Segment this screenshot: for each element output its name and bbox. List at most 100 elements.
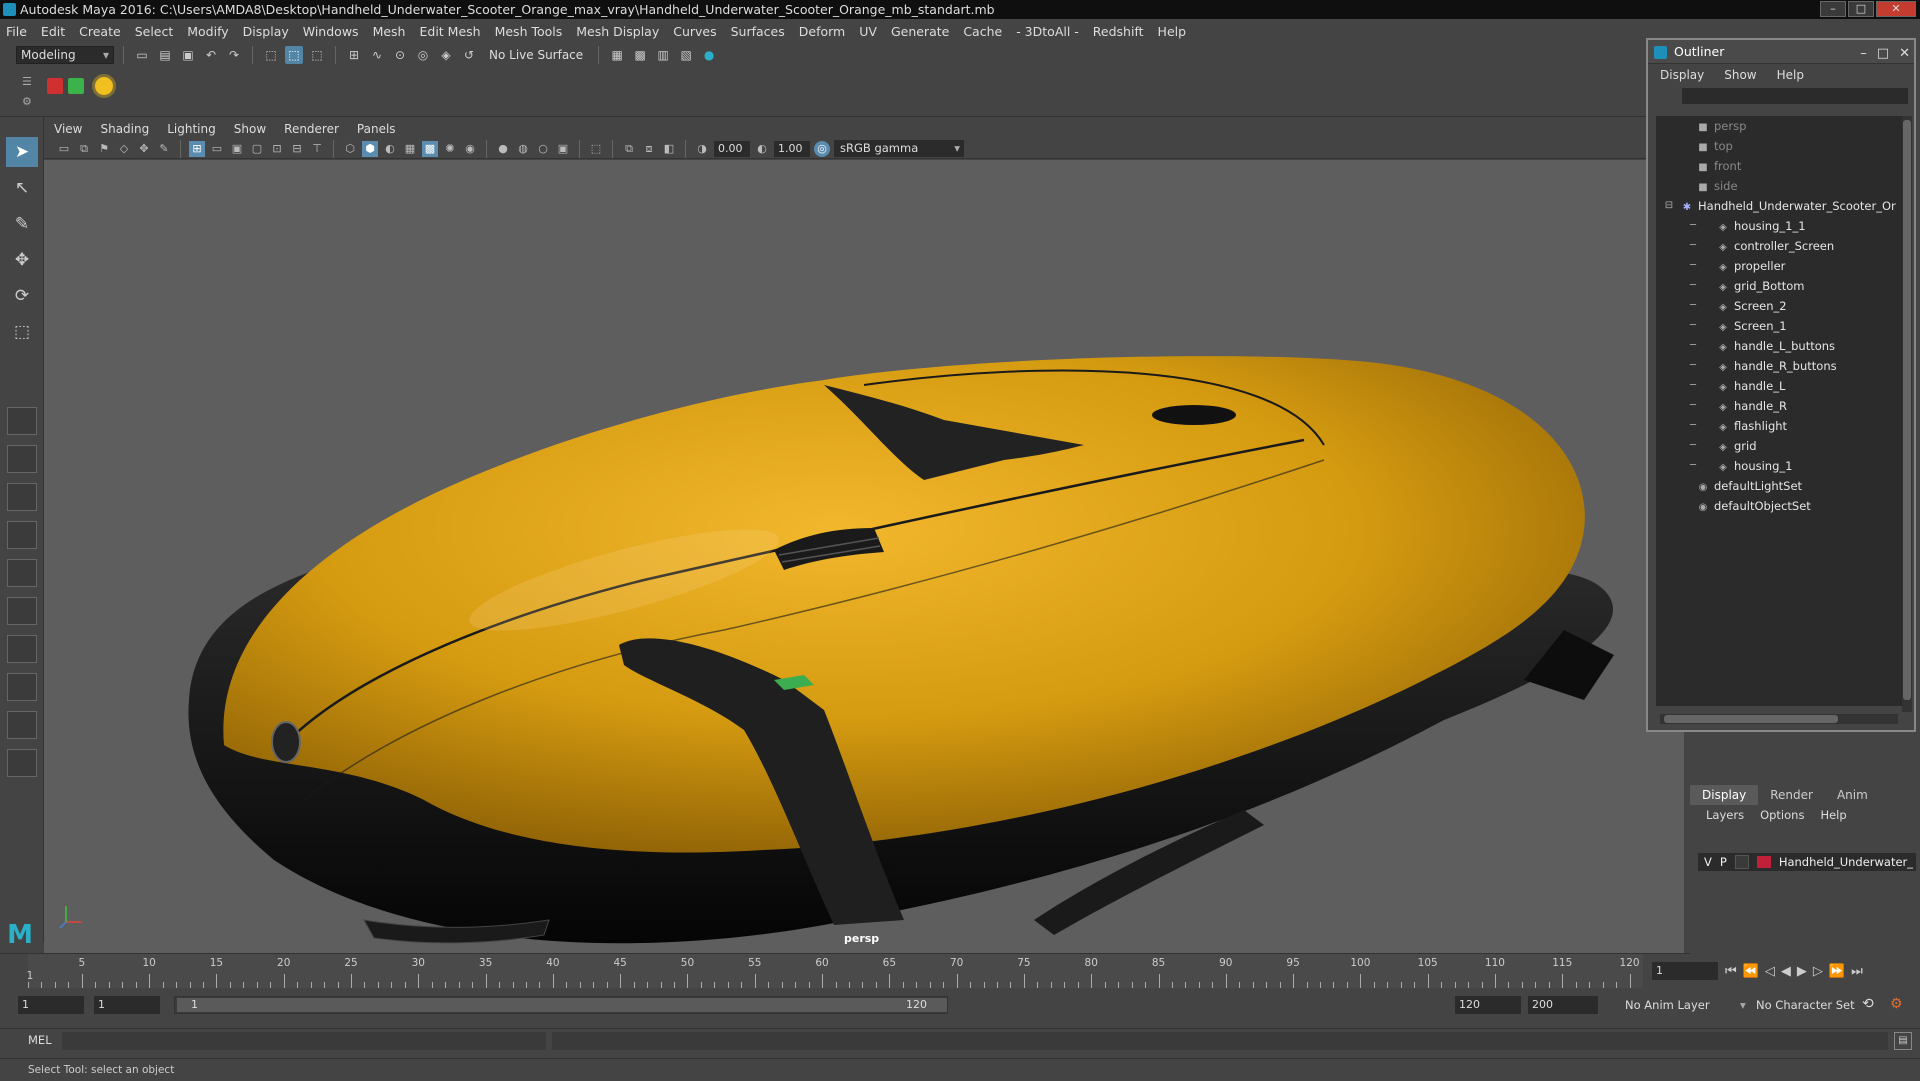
mode-selector[interactable]: Modeling	[16, 46, 114, 64]
outliner-item[interactable]: ─ ◈ housing_1_1	[1656, 216, 1904, 236]
menu-windows[interactable]: Windows	[303, 24, 359, 39]
snap-view-icon[interactable]: ◎	[414, 46, 432, 64]
anim-layer-select[interactable]: No Anim Layer	[1625, 998, 1710, 1012]
rotate-tool-icon[interactable]: ⟳	[6, 281, 38, 311]
anim-preferences-icon[interactable]: ⚙	[1890, 996, 1903, 1012]
outliner-item[interactable]: ─ ◈ handle_L_buttons	[1656, 336, 1904, 356]
outliner-vertical-scrollbar[interactable]	[1902, 116, 1912, 712]
grease-pencil-icon[interactable]: ✎	[156, 141, 172, 157]
camera-select-icon[interactable]: ▭	[56, 141, 72, 157]
step-forward-key-icon[interactable]: ⏩	[1829, 964, 1845, 979]
auto-key-icon[interactable]: ⟲	[1862, 996, 1874, 1012]
isolate-select-icon[interactable]: ⬚	[588, 141, 604, 157]
layer-visibility-toggle[interactable]: V	[1704, 855, 1712, 869]
viewport-menu-lighting[interactable]: Lighting	[167, 122, 216, 136]
exposure-field[interactable]: 0.00	[714, 140, 750, 157]
wireframe-icon[interactable]: ⬡	[342, 141, 358, 157]
time-scale[interactable]: 1 5 10 15 20 25 30 35 40 45 50 55 60 65 70 75 80 85 90 95 1…	[27, 954, 1643, 988]
ipr-render-icon[interactable]: ▥	[654, 46, 672, 64]
film-gate-icon[interactable]: ▭	[209, 141, 225, 157]
custom-layout-icon[interactable]	[7, 711, 37, 739]
exposure-icon[interactable]: ◑	[694, 141, 710, 157]
menu-3dtoall[interactable]: - 3DtoAll -	[1016, 24, 1079, 39]
menu-edit-mesh[interactable]: Edit Mesh	[419, 24, 480, 39]
outliner-item[interactable]: ─ ◈ grid	[1656, 436, 1904, 456]
outliner-item[interactable]: ─ ◈ flashlight	[1656, 416, 1904, 436]
grid-toggle-icon[interactable]: ⊞	[189, 140, 205, 157]
new-scene-icon[interactable]: ▭	[133, 46, 151, 64]
perspective-viewport[interactable]: persp	[44, 160, 1684, 953]
play-backward-icon[interactable]: ◀	[1781, 964, 1791, 979]
menu-display[interactable]: Display	[243, 24, 289, 39]
menu-select[interactable]: Select	[135, 24, 174, 39]
layer-menu-layers[interactable]: Layers	[1706, 805, 1744, 825]
menu-uv[interactable]: UV	[859, 24, 877, 39]
gate-mask-icon[interactable]: ▢	[249, 141, 265, 157]
snap-surface-icon[interactable]: ◈	[437, 46, 455, 64]
go-to-end-icon[interactable]: ⏭	[1851, 964, 1863, 979]
step-back-frame-icon[interactable]: ◁	[1765, 964, 1775, 979]
viewport-menu-show[interactable]: Show	[234, 122, 266, 136]
xray-icon[interactable]: ▣	[555, 141, 571, 157]
lasso-tool-icon[interactable]: ↖	[6, 173, 38, 203]
select-tool-icon[interactable]: ➤	[6, 137, 38, 167]
scale-tool-icon[interactable]: ⬚	[6, 317, 38, 347]
camera-attributes-icon[interactable]: ⧉	[76, 141, 92, 157]
command-language-toggle[interactable]: MEL	[28, 1033, 52, 1047]
snap-live-icon[interactable]: ↺	[460, 46, 478, 64]
paint-select-icon[interactable]: ✎	[6, 209, 38, 239]
xray-joints-icon[interactable]: ⧉	[621, 141, 637, 157]
live-surface-label[interactable]: No Live Surface	[483, 48, 589, 62]
shelf-green-tool-icon[interactable]	[68, 78, 84, 94]
snap-grid-icon[interactable]: ⊞	[345, 46, 363, 64]
outliner-search-input[interactable]	[1682, 88, 1908, 104]
menu-cache[interactable]: Cache	[963, 24, 1002, 39]
hypershade-layout-icon[interactable]	[7, 597, 37, 625]
layer-color-swatch[interactable]	[1756, 856, 1771, 868]
save-scene-icon[interactable]: ▣	[179, 46, 197, 64]
layer-type-box[interactable]	[1734, 855, 1749, 869]
menu-create[interactable]: Create	[79, 24, 121, 39]
current-frame-field[interactable]: 1	[1652, 962, 1718, 980]
motion-blur-icon[interactable]: ●	[495, 141, 511, 157]
layer-row[interactable]: V P Handheld_Underwater_	[1698, 853, 1916, 871]
menu-redshift[interactable]: Redshift	[1093, 24, 1144, 39]
menu-file[interactable]: File	[6, 24, 27, 39]
snap-curve-icon[interactable]: ∿	[368, 46, 386, 64]
menu-mesh[interactable]: Mesh	[373, 24, 406, 39]
outliner-maximize-button[interactable]: □	[1877, 42, 1889, 66]
outliner-item[interactable]: ⊟ ✱ Handheld_Underwater_Scooter_Or	[1656, 196, 1904, 216]
playback-end-field[interactable]: 120	[1455, 996, 1521, 1014]
outliner-horizontal-scrollbar[interactable]	[1660, 714, 1898, 724]
collapse-icon[interactable]	[7, 749, 37, 777]
layer-name[interactable]: Handheld_Underwater_	[1779, 855, 1913, 869]
maximize-button[interactable]: □	[1848, 1, 1874, 17]
textured-icon[interactable]: ▦	[402, 141, 418, 157]
menu-surfaces[interactable]: Surfaces	[731, 24, 785, 39]
outliner-item[interactable]: ─ ◈ Screen_1	[1656, 316, 1904, 336]
animation-start-field[interactable]: 1	[18, 996, 84, 1014]
menu-edit[interactable]: Edit	[41, 24, 65, 39]
menu-help[interactable]: Help	[1158, 24, 1187, 39]
persp-graph-icon[interactable]	[7, 559, 37, 587]
use-all-lights-icon[interactable]: ▩	[422, 140, 438, 157]
outliner-menu-help[interactable]: Help	[1777, 68, 1804, 82]
outliner-item[interactable]: ■ front	[1656, 156, 1904, 176]
render-frame-icon[interactable]: ▦	[608, 46, 626, 64]
outliner-minimize-button[interactable]: –	[1860, 42, 1867, 66]
step-forward-frame-icon[interactable]: ▷	[1813, 964, 1823, 979]
shadows-icon[interactable]: ✺	[442, 141, 458, 157]
collapse-toggle-icon[interactable]: ⊟	[1662, 196, 1676, 216]
outliner-item[interactable]: ■ persp	[1656, 116, 1904, 136]
image-plane-icon[interactable]: ◇	[116, 141, 132, 157]
outliner-item[interactable]: ─ ◈ housing_1	[1656, 456, 1904, 476]
smooth-shade-icon[interactable]: ⬢	[362, 140, 378, 157]
shelf-settings-icon[interactable]: ⚙	[22, 95, 32, 108]
outliner-menu-show[interactable]: Show	[1724, 68, 1756, 82]
shelf-menu-icon[interactable]: ☰	[22, 75, 32, 88]
layer-tab-render[interactable]: Render	[1758, 785, 1825, 805]
select-component-icon[interactable]: ⬚	[308, 46, 326, 64]
layer-menu-help[interactable]: Help	[1820, 805, 1846, 825]
view-transform-select[interactable]: sRGB gamma	[834, 140, 964, 157]
screen-space-ao-icon[interactable]: ◉	[462, 141, 478, 157]
